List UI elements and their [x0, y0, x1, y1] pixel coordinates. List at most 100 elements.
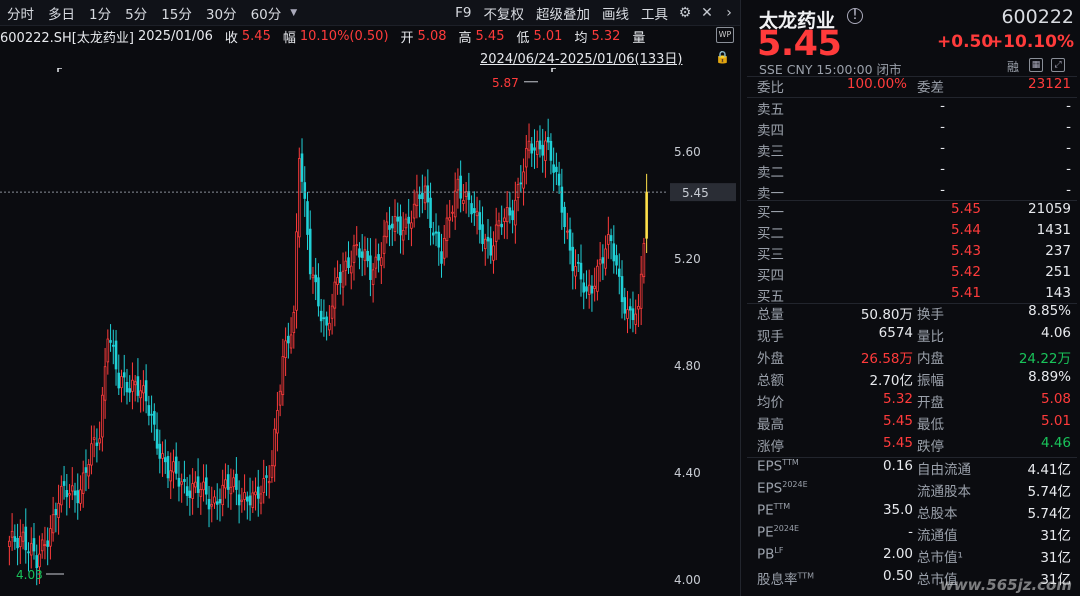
- candle-body: [259, 493, 263, 504]
- candle-body: [363, 249, 367, 261]
- bid-row[interactable]: 买三 5.43 237: [757, 243, 1075, 264]
- candle-body: [43, 544, 47, 547]
- candle-body: [481, 224, 484, 244]
- candle-body: [270, 465, 274, 478]
- gear-icon[interactable]: ⚙: [674, 5, 696, 21]
- period-tab-1min[interactable]: 1分: [82, 3, 118, 23]
- candle-body: [328, 322, 331, 331]
- bid-level-label: 买二: [757, 226, 784, 242]
- candle-body: [415, 191, 419, 207]
- ask-row[interactable]: 卖三 - -: [757, 140, 1075, 161]
- candle-body: [371, 269, 375, 285]
- candle-body: [54, 509, 58, 516]
- bid-price: 5.43: [950, 243, 981, 259]
- tools-button[interactable]: 工具: [635, 3, 674, 23]
- bid-level-label: 买五: [757, 289, 784, 305]
- f9-button[interactable]: F9: [449, 5, 477, 21]
- period-tab-multiday[interactable]: 多日: [41, 3, 82, 23]
- period-tab-30min[interactable]: 30分: [199, 3, 244, 23]
- candle-body: [355, 244, 359, 247]
- candle-body: [514, 199, 517, 226]
- candle-body: [226, 474, 230, 490]
- candle-body: [404, 218, 408, 229]
- dropdown-icon[interactable]: ▼: [290, 8, 297, 18]
- ask-row[interactable]: 卖五 - -: [757, 98, 1075, 119]
- chevron-right-icon[interactable]: ›: [718, 5, 740, 21]
- date-range-link[interactable]: 2024/06/24-2025/01/06(133日): [480, 48, 683, 67]
- ask-price: -: [940, 182, 945, 198]
- candle-body: [437, 231, 441, 248]
- bid-row[interactable]: 买四 5.42 251: [757, 264, 1075, 285]
- candle-body: [587, 284, 591, 295]
- candle-body: [330, 305, 334, 319]
- open-value: 5.08: [417, 28, 447, 44]
- candle-body: [84, 467, 88, 473]
- stats-row: 总量 50.80万 换手 8.85%: [757, 303, 1075, 324]
- kline-svg: 5.60 5.20 4.80 4.40 4.00 5.45 5.87 4.03: [0, 68, 736, 587]
- candle-body: [114, 340, 118, 370]
- y-tick-label: 4.40: [674, 466, 701, 480]
- candle-body: [530, 143, 534, 154]
- stat-label: 跌停: [917, 439, 944, 455]
- candle-body: [276, 410, 279, 434]
- candle-body: [440, 251, 443, 264]
- candle-body: [256, 486, 260, 499]
- bid-row[interactable]: 买二 5.44 1431: [757, 222, 1075, 243]
- fundamental-value: 31亿: [1040, 550, 1071, 566]
- period-tab-fenshi[interactable]: 分时: [0, 3, 41, 23]
- stat-value: 5.32: [882, 391, 913, 407]
- ask-volume: -: [1066, 182, 1071, 198]
- candle-body: [467, 191, 471, 200]
- info-icon[interactable]: !: [847, 8, 863, 24]
- grid-icon[interactable]: ▦: [1029, 58, 1043, 72]
- candle-body: [237, 494, 241, 506]
- fundamental-value: 2.00: [882, 546, 913, 562]
- candle-body: [369, 255, 372, 280]
- wp-icon[interactable]: WP: [716, 27, 734, 43]
- candle-body: [382, 235, 386, 254]
- price-change-pct: +10.10%: [988, 32, 1074, 52]
- symbol-label: 600222.SH[太龙药业]: [0, 30, 134, 46]
- overlay-button[interactable]: 超级叠加: [530, 3, 596, 23]
- fundamental-row: EPS2024E 流通股本 5.74亿: [757, 480, 1075, 501]
- candle-body: [642, 242, 646, 278]
- candle-body: [155, 429, 159, 449]
- ask-row[interactable]: 卖四 - -: [757, 119, 1075, 140]
- ask-row[interactable]: 卖二 - -: [757, 161, 1075, 182]
- weicha-label: 委差: [917, 80, 944, 96]
- stat-value: 24.22万: [1018, 351, 1071, 367]
- fundamental-label: 自由流通: [917, 462, 971, 478]
- bid-volume: 251: [1045, 264, 1071, 280]
- adjust-button[interactable]: 不复权: [478, 3, 531, 23]
- fundamental-label: PE2024E: [757, 524, 799, 541]
- stats-row: 涨停 5.45 跌停 4.46: [757, 435, 1075, 456]
- draw-button[interactable]: 画线: [596, 3, 635, 23]
- fundamental-name: EPS: [757, 458, 783, 475]
- candle-body: [344, 260, 348, 271]
- candle-body: [568, 229, 572, 251]
- candle-body: [210, 504, 214, 507]
- candle-body: [631, 308, 635, 321]
- ask-level-label: 卖四: [757, 123, 784, 139]
- fundamental-row: EPSTTM 0.16 自由流通 4.41亿: [757, 458, 1075, 479]
- candle-body: [300, 153, 304, 182]
- kline-chart[interactable]: 5.60 5.20 4.80 4.40 4.00 5.45 5.87 4.03: [0, 68, 740, 596]
- candle-body: [303, 182, 307, 199]
- period-tab-15min[interactable]: 15分: [154, 3, 199, 23]
- candle-body: [626, 309, 629, 319]
- candle-body: [456, 178, 460, 191]
- period-tab-60min[interactable]: 60分: [244, 3, 289, 23]
- close-icon[interactable]: ✕: [696, 5, 718, 21]
- weibi-row: 委比 100.00% 委差 23121: [757, 76, 1075, 97]
- bid-row[interactable]: 买一 5.45 21059: [757, 201, 1075, 222]
- period-tab-5min[interactable]: 5分: [118, 3, 154, 23]
- lock-icon[interactable]: 🔒: [715, 50, 730, 64]
- candle-body: [486, 236, 490, 242]
- stat-label: 最高: [757, 417, 784, 433]
- candle-body: [492, 245, 495, 261]
- expand-icon[interactable]: ⤢: [1051, 58, 1065, 72]
- stat-label: 现手: [757, 329, 784, 345]
- candle-body: [73, 490, 77, 496]
- candle-body: [188, 490, 192, 498]
- candle-body: [535, 141, 539, 155]
